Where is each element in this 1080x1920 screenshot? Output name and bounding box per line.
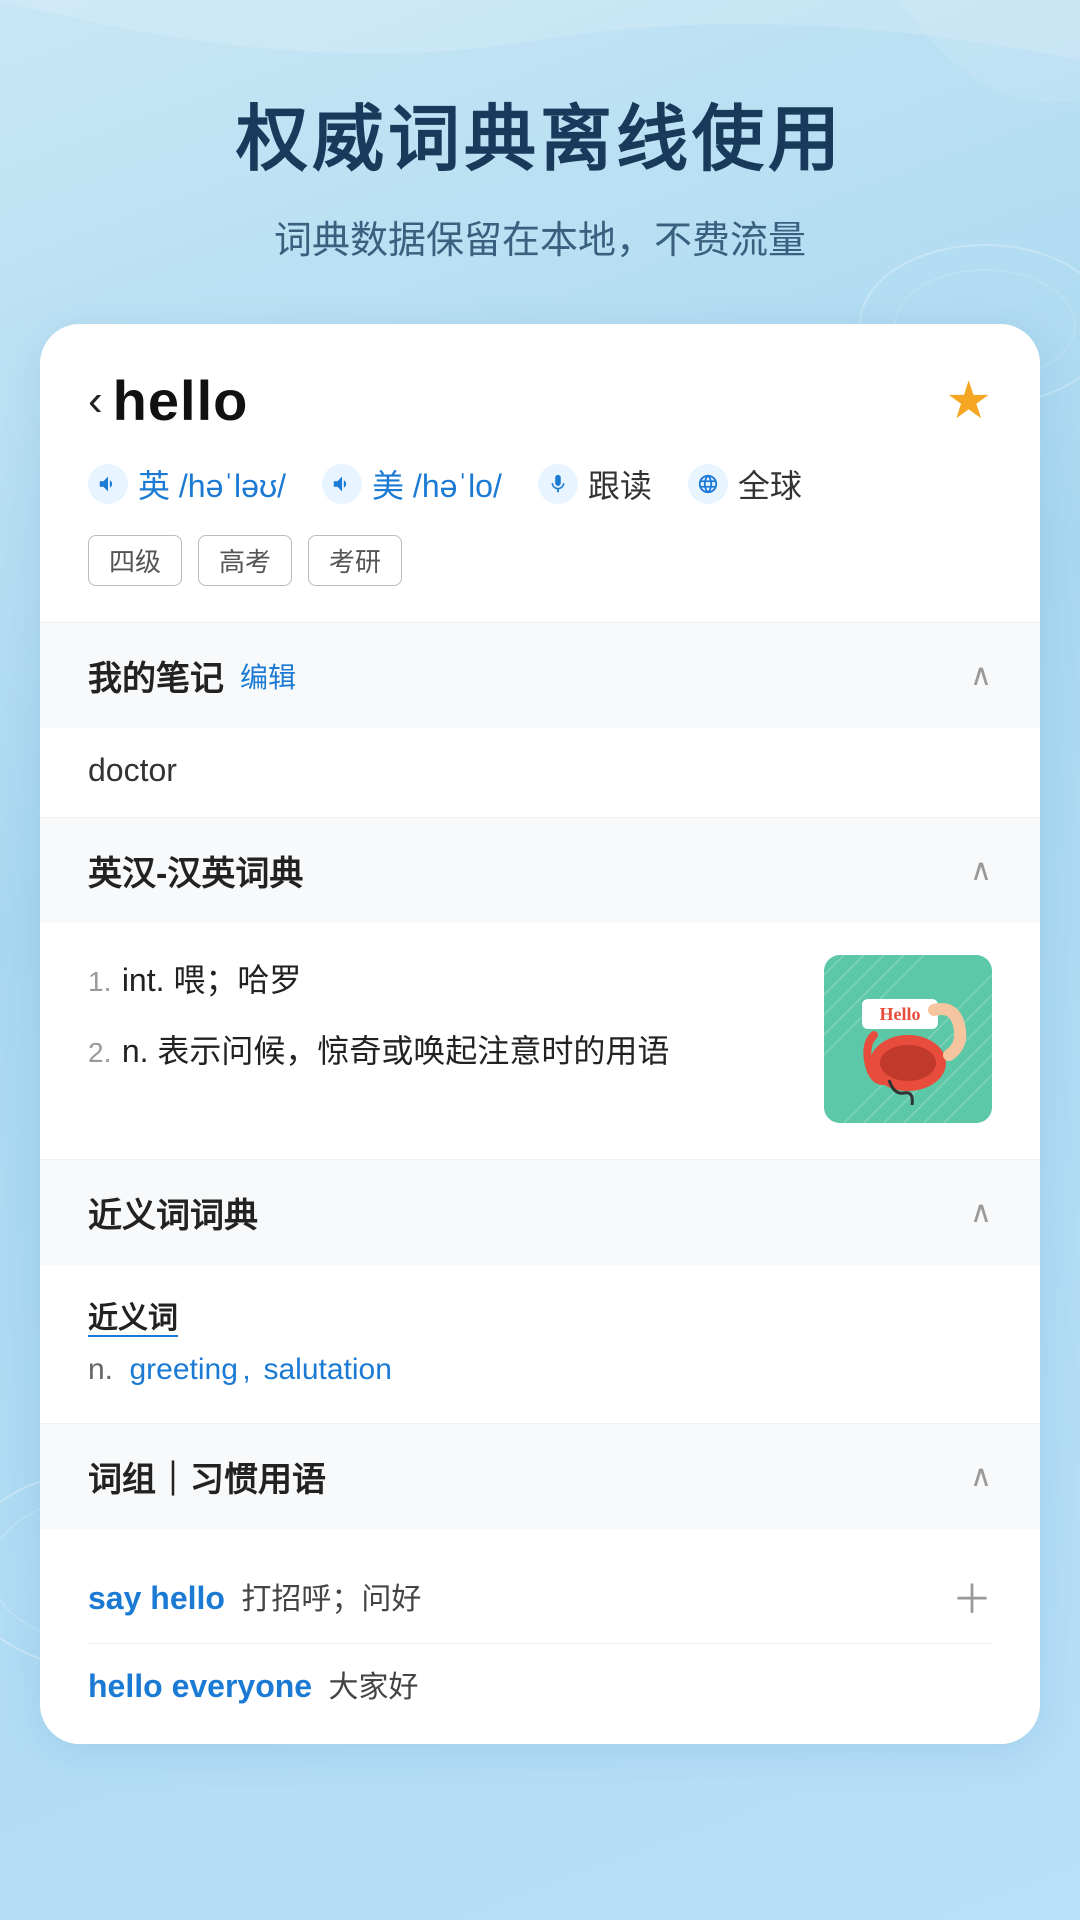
pron-en-button[interactable]: 英 /həˈləʊ/ — [88, 461, 286, 507]
add-phrase-1-button[interactable]: ＋ — [952, 1567, 992, 1625]
tag-sijie: 四级 — [88, 535, 182, 586]
synonyms-section-header[interactable]: 近义词词典 ∧ — [40, 1160, 1040, 1265]
global-label: 全球 — [738, 461, 802, 507]
entry-num-1: 1. — [88, 966, 111, 997]
follow-read-label: 跟读 — [588, 461, 652, 507]
tag-kaoyan: 考研 — [308, 535, 402, 586]
dictionary-card: ‹ hello ★ 英 /həˈləʊ/ — [40, 324, 1040, 1744]
phrase-left-1: say hello 打招呼；问好 — [88, 1574, 421, 1618]
edit-notes-button[interactable]: 编辑 — [240, 656, 296, 696]
dict-chevron-icon: ∧ — [970, 853, 992, 888]
pronunciation-row: 英 /həˈləʊ/ 美 /həˈlo/ 跟读 — [88, 461, 992, 507]
phrase-en-2[interactable]: hello everyone — [88, 1668, 312, 1704]
phrases-section-header[interactable]: 词组｜习惯用语 ∧ — [40, 1424, 1040, 1529]
notes-content: doctor — [40, 728, 1040, 817]
follow-read-button[interactable]: 跟读 — [538, 461, 652, 507]
pron-us-button[interactable]: 美 /həˈlo/ — [322, 461, 502, 507]
back-button[interactable]: ‹ — [88, 379, 103, 423]
favorite-star-icon[interactable]: ★ — [945, 371, 992, 431]
entry-def-1: int. 喂；哈罗 — [122, 962, 302, 998]
entry-num-2: 2. — [88, 1037, 111, 1068]
entry-2: 2. n. 表示问候，惊奇或唤起注意时的用语 — [88, 1026, 800, 1077]
pron-en-text: 英 /həˈləʊ/ — [138, 461, 286, 507]
synonym-greeting[interactable]: greeting — [129, 1353, 237, 1386]
synonyms-label: 近义词 — [88, 1302, 178, 1337]
phrases-section-title: 词组｜习惯用语 — [88, 1452, 326, 1501]
notes-title: 我的笔记 — [88, 651, 224, 700]
mic-icon — [538, 464, 578, 504]
notes-section-header[interactable]: 我的笔记 编辑 ∧ — [40, 623, 1040, 728]
entry-1: 1. int. 喂；哈罗 — [88, 955, 800, 1006]
hero-section: 权威词典离线使用 词典数据保留在本地，不费流量 — [0, 0, 1080, 324]
hello-illustration: Hello — [824, 955, 992, 1123]
hero-subtitle: 词典数据保留在本地，不费流量 — [60, 209, 1020, 264]
hero-title: 权威词典离线使用 — [60, 80, 1020, 185]
global-icon — [688, 464, 728, 504]
bottom-area — [0, 1744, 1080, 1784]
word-left: ‹ hello — [88, 368, 248, 433]
phrase-row-1: say hello 打招呼；问好 ＋ — [88, 1549, 992, 1644]
synonyms-section-title: 近义词词典 — [88, 1188, 258, 1237]
phrase-en-1[interactable]: say hello — [88, 1580, 225, 1616]
synonyms-chevron-icon: ∧ — [970, 1195, 992, 1230]
tags-row: 四级 高考 考研 — [88, 535, 992, 586]
synonyms-pos: n. — [88, 1353, 113, 1386]
svg-text:Hello: Hello — [880, 1004, 921, 1024]
synonyms-content: 近义词 n. greeting , salutation — [40, 1265, 1040, 1423]
entry-def-2: n. 表示问候，惊奇或唤起注意时的用语 — [122, 1033, 670, 1069]
dict-entries: 1. int. 喂；哈罗 2. n. 表示问候，惊奇或唤起注意时的用语 — [40, 923, 1040, 1159]
word-title: hello — [113, 368, 249, 433]
dict-section-header[interactable]: 英汉-汉英词典 ∧ — [40, 818, 1040, 923]
global-button[interactable]: 全球 — [688, 461, 802, 507]
volume-en-icon — [88, 464, 128, 504]
dict-section-title: 英汉-汉英词典 — [88, 846, 303, 895]
phrase-row-2: hello everyone 大家好 — [88, 1644, 992, 1724]
word-header: ‹ hello ★ 英 /həˈləʊ/ — [40, 324, 1040, 622]
notes-chevron-icon: ∧ — [970, 658, 992, 693]
entries-list: 1. int. 喂；哈罗 2. n. 表示问候，惊奇或唤起注意时的用语 — [88, 955, 800, 1077]
phrase-left-2: hello everyone 大家好 — [88, 1662, 419, 1706]
notes-title-row: 我的笔记 编辑 — [88, 651, 296, 700]
pron-us-text: 美 /həˈlo/ — [372, 461, 502, 507]
volume-us-icon — [322, 464, 362, 504]
tag-gaokao: 高考 — [198, 535, 292, 586]
phrases-content: say hello 打招呼；问好 ＋ hello everyone 大家好 — [40, 1529, 1040, 1744]
note-text: doctor — [88, 752, 992, 789]
phrases-chevron-icon: ∧ — [970, 1459, 992, 1494]
synonym-salutation[interactable]: salutation — [263, 1353, 391, 1386]
synonyms-row: n. greeting , salutation — [88, 1353, 992, 1387]
phrase-cn-1: 打招呼；问好 — [241, 1583, 421, 1616]
phrase-cn-2: 大家好 — [329, 1671, 419, 1704]
